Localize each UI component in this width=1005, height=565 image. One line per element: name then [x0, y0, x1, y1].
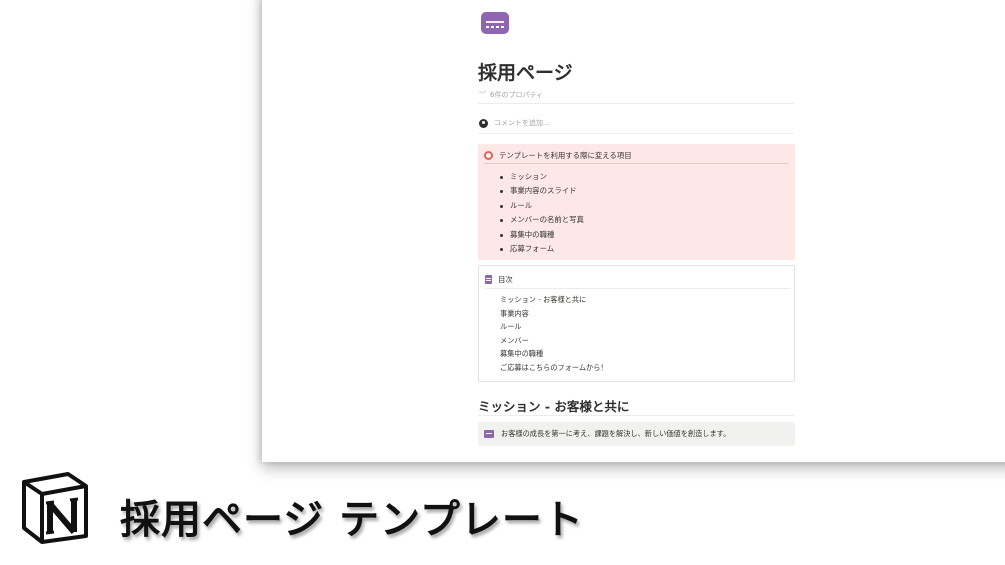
- alarm-icon: [484, 151, 493, 160]
- toc-divider: [485, 288, 790, 289]
- notion-logo: [22, 472, 88, 544]
- divider: [478, 103, 794, 104]
- divider: [478, 415, 794, 416]
- toc-list: ミッション - お客様と共に 事業内容 ルール メンバー 募集中の職種 ご応募は…: [500, 293, 608, 374]
- toc-link[interactable]: 募集中の職種: [500, 347, 608, 361]
- callout-heading: テンプレートを利用する際に変える項目: [484, 150, 632, 161]
- section-heading[interactable]: ミッション - お客様と共に: [478, 396, 629, 415]
- document-icon: [485, 275, 492, 284]
- toc-link[interactable]: 事業内容: [500, 307, 608, 321]
- list-item[interactable]: ミッション: [500, 170, 584, 184]
- toc-link[interactable]: メンバー: [500, 334, 608, 348]
- mission-callout[interactable]: お客様の成長を第一に考え、課題を解決し、新しい価値を創造します。: [478, 422, 795, 446]
- chevron-down-icon: ﹀: [479, 91, 486, 99]
- properties-toggle[interactable]: ﹀ 6件のプロパティ: [479, 90, 543, 100]
- toc-heading-text: 目次: [498, 275, 513, 284]
- comment-placeholder: コメントを追加...: [494, 119, 550, 127]
- credit-card-icon[interactable]: [481, 12, 509, 34]
- stage: 採用ページ ﹀ 6件のプロパティ コメントを追加... テンプレートを利用する際…: [0, 0, 1005, 565]
- page-title[interactable]: 採用ページ: [478, 58, 573, 85]
- callout-block[interactable]: テンプレートを利用する際に変える項目 ミッション 事業内容のスライド ルール メ…: [478, 144, 795, 260]
- list-item[interactable]: 応募フォーム: [500, 242, 584, 256]
- toc-link[interactable]: ご応募はこちらのフォームから！: [500, 361, 608, 375]
- table-of-contents: 目次 ミッション - お客様と共に 事業内容 ルール メンバー 募集中の職種 ご…: [478, 265, 795, 382]
- callout-heading-text: テンプレートを利用する際に変える項目: [499, 151, 632, 160]
- mail-icon: [484, 430, 494, 438]
- toc-link[interactable]: ミッション - お客様と共に: [500, 293, 608, 307]
- add-comment-row[interactable]: コメントを追加...: [479, 118, 550, 128]
- toc-link[interactable]: ルール: [500, 320, 608, 334]
- banner-title: 採用ページ テンプレート: [120, 497, 584, 543]
- list-item[interactable]: 事業内容のスライド: [500, 184, 584, 198]
- list-item[interactable]: メンバーの名前と写真: [500, 213, 584, 227]
- list-item[interactable]: ルール: [500, 199, 584, 213]
- callout-bullet-list: ミッション 事業内容のスライド ルール メンバーの名前と写真 募集中の職種 応募…: [500, 170, 584, 256]
- divider: [478, 133, 794, 134]
- properties-toggle-label: 6件のプロパティ: [490, 91, 544, 99]
- mission-callout-text: お客様の成長を第一に考え、課題を解決し、新しい価値を創造します。: [501, 429, 731, 438]
- avatar: [479, 118, 488, 128]
- list-item[interactable]: 募集中の職種: [500, 228, 584, 242]
- notion-window: 採用ページ ﹀ 6件のプロパティ コメントを追加... テンプレートを利用する際…: [262, 0, 1005, 462]
- toc-heading: 目次: [485, 274, 513, 285]
- callout-divider: [484, 163, 789, 164]
